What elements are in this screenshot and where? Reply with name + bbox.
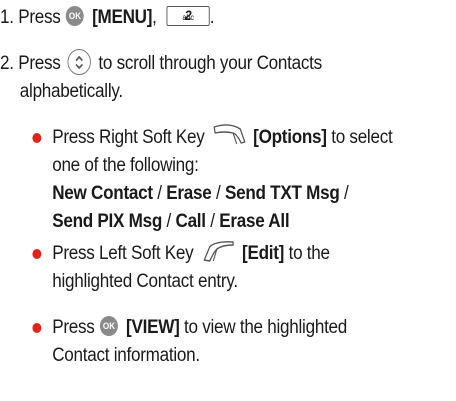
- bullet-text: to view the highlighted: [184, 317, 348, 338]
- right-soft-key-icon: [212, 123, 248, 147]
- option-send-txt-msg: Send TXT Msg: [224, 183, 340, 204]
- left-soft-key-icon: [201, 239, 237, 263]
- options-list-line-2: Send PIX Msg / Call / Erase All: [52, 211, 290, 232]
- bullet-options: Press Right Soft Key [Options] to select…: [32, 124, 456, 236]
- option-erase-all: Erase All: [219, 211, 290, 232]
- bullet-dot: [32, 249, 42, 259]
- bullet-text: Contact information.: [52, 345, 200, 366]
- key-2-abc-icon: 2 abc: [166, 5, 210, 26]
- options-label: [Options]: [253, 127, 327, 148]
- bullet-text: highlighted Contact entry.: [52, 271, 238, 292]
- step-1: 1. Press OK [MENU], 2 abc.: [0, 4, 215, 32]
- step-text: Press: [18, 53, 61, 74]
- bullet-view: Press OK [VIEW] to view the highlighted C…: [32, 314, 456, 370]
- bullet-dot: [32, 323, 42, 333]
- bullet-edit: Press Left Soft Key [Edit] to the highli…: [32, 240, 456, 296]
- bullet-text: to select: [331, 127, 393, 148]
- bullet-text: to the: [288, 243, 330, 264]
- separator: ,: [152, 7, 157, 28]
- ok-key-icon: OK: [99, 315, 118, 336]
- step-2: 2. Press to scroll through your Contacts…: [0, 48, 450, 106]
- step-text: Press: [18, 7, 61, 28]
- option-send-pix-msg: Send PIX Msg: [52, 211, 163, 232]
- bullet-dot: [32, 133, 42, 143]
- step-text-rest: to scroll through your Contacts: [98, 53, 322, 74]
- edit-label: [Edit]: [242, 243, 285, 264]
- option-new-contact: New Contact: [52, 183, 153, 204]
- bullet-text: Press Left Soft Key: [52, 243, 194, 264]
- bullet-text: Press: [52, 317, 95, 338]
- ok-key-icon: OK: [65, 5, 84, 26]
- bullet-text: Press Right Soft Key: [52, 127, 205, 148]
- option-erase: Erase: [166, 183, 212, 204]
- step-number: 2.: [0, 53, 14, 74]
- sentence-end: .: [209, 7, 215, 28]
- view-label: [VIEW]: [126, 317, 180, 338]
- step-number: 1.: [0, 7, 14, 28]
- option-call: Call: [175, 211, 206, 232]
- bullet-text: one of the following:: [52, 155, 199, 176]
- options-list-line-1: New Contact / Erase / Send TXT Msg /: [52, 183, 349, 204]
- menu-label: [MENU]: [92, 7, 153, 28]
- step-text-continued: alphabetically.: [19, 81, 123, 102]
- navigation-key-icon: [67, 48, 92, 75]
